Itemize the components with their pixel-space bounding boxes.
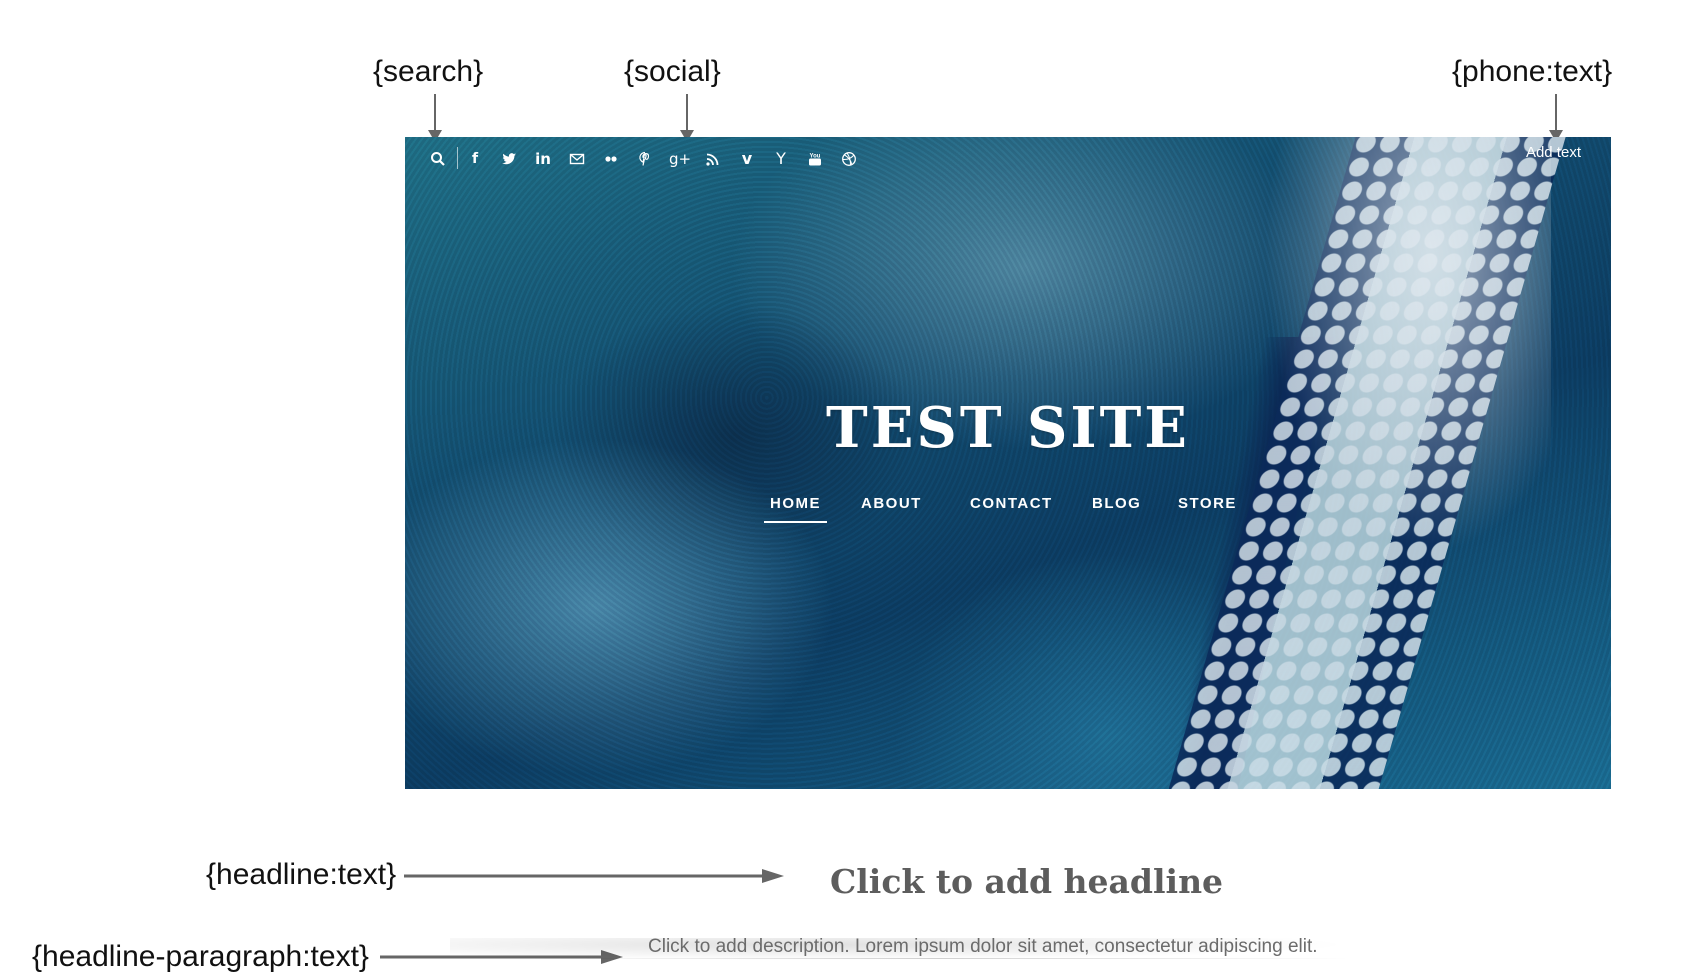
google-plus-icon[interactable]: g+	[669, 149, 691, 169]
annotation-phone: {phone:text}	[1452, 55, 1613, 88]
rss-icon[interactable]	[703, 149, 723, 169]
dribbble-icon[interactable]	[839, 149, 859, 169]
nav-item-label: BLOG	[1092, 495, 1142, 512]
top-bar: f in g+ v Y You Add text	[405, 137, 1611, 177]
nav-item-home[interactable]: HOME	[764, 495, 827, 523]
nav-item-blog[interactable]: BLOG	[1092, 495, 1141, 512]
top-bar-divider	[457, 147, 458, 169]
email-icon[interactable]	[567, 149, 587, 169]
vimeo-icon[interactable]: v	[737, 149, 757, 169]
twitter-icon[interactable]	[499, 149, 519, 169]
nav-item-label: ABOUT	[861, 495, 922, 512]
facebook-icon[interactable]: f	[465, 149, 485, 169]
nav-item-store[interactable]: STORE	[1178, 495, 1237, 512]
flickr-icon[interactable]	[601, 149, 621, 169]
linkedin-icon[interactable]: in	[533, 149, 553, 169]
site-title[interactable]: TEST SITE	[405, 395, 1611, 461]
annotation-headline: {headline:text}	[206, 858, 397, 891]
nav-item-label: HOME	[770, 495, 821, 512]
search-icon[interactable]	[428, 149, 448, 169]
headline-paragraph-text[interactable]: Click to add description. Lorem ipsum do…	[648, 936, 1318, 958]
annotation-arrow-headline	[404, 869, 784, 883]
phone-text[interactable]: Add text	[1526, 144, 1581, 161]
headline-text[interactable]: Click to add headline	[830, 862, 1223, 901]
annotation-search: {search}	[373, 55, 484, 88]
active-nav-indicator	[764, 521, 827, 523]
youtube-icon[interactable]: You	[805, 149, 825, 169]
water-splash	[1251, 137, 1551, 577]
nav-item-label: STORE	[1178, 495, 1237, 512]
annotation-social: {social}	[624, 55, 721, 88]
hero-header: f in g+ v Y You Add text TEST SITE HOME	[405, 137, 1611, 789]
nav-item-about[interactable]: ABOUT	[861, 495, 922, 512]
nav-item-contact[interactable]: CONTACT	[970, 495, 1053, 512]
pinterest-icon[interactable]	[635, 149, 655, 169]
description-divider	[520, 958, 1350, 959]
nav-item-label: CONTACT	[970, 495, 1053, 512]
annotation-headline-paragraph: {headline-paragraph:text}	[32, 940, 369, 973]
yelp-icon[interactable]: Y	[771, 149, 791, 169]
